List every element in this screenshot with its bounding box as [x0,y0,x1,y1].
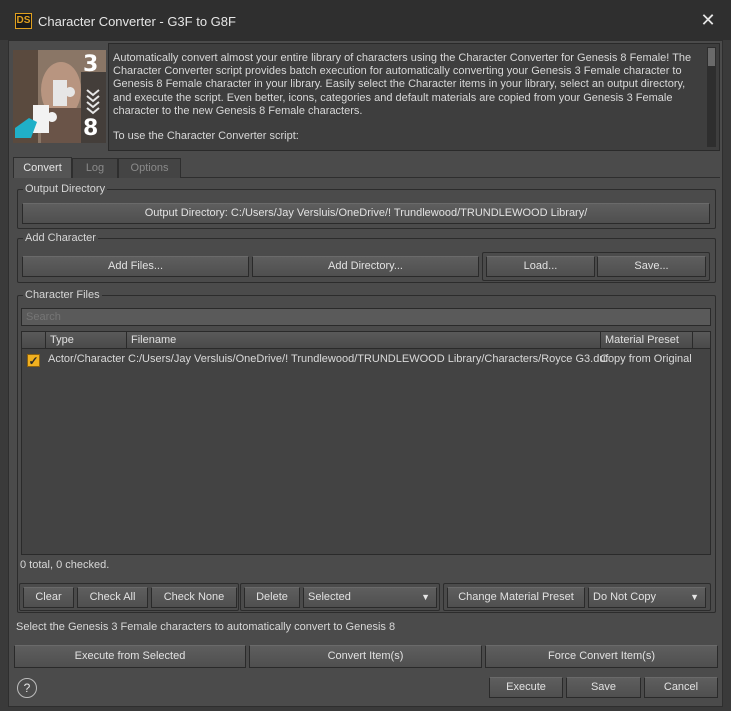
add-directory-button[interactable]: Add Directory... [252,256,479,277]
file-count-status: 0 total, 0 checked. [20,559,110,571]
material-preset-value: Do Not Copy [593,591,656,603]
column-header-material-preset[interactable]: Material Preset [601,332,693,349]
file-table[interactable]: Type Filename Material Preset ✓ Actor/Ch… [21,331,711,555]
hint-text: Select the Genesis 3 Female characters t… [16,621,396,633]
close-icon[interactable]: ✕ [700,11,716,29]
thumb-to-number: 8 [83,116,99,141]
character-thumbnail: 3 8 [13,50,106,143]
output-directory-title: Output Directory [23,183,108,195]
window-title: Character Converter - G3F to G8F [38,14,236,29]
tab-log[interactable]: Log [72,158,118,178]
save-button[interactable]: Save [566,677,641,698]
check-all-button[interactable]: Check All [77,587,148,608]
chevron-down-icon: ▼ [421,592,430,602]
force-convert-items-button[interactable]: Force Convert Item(s) [485,645,718,668]
execute-from-selected-button[interactable]: Execute from Selected [14,645,246,668]
column-header-filename[interactable]: Filename [127,332,601,349]
change-material-preset-button[interactable]: Change Material Preset [447,587,585,608]
row-checkbox[interactable]: ✓ [27,354,40,367]
column-header-check[interactable] [22,332,46,349]
material-preset-select[interactable]: Do Not Copy ▼ [588,587,706,608]
save-list-button[interactable]: Save... [597,256,706,277]
column-header-type[interactable]: Type [46,332,127,349]
title-bar[interactable]: DS Character Converter - G3F to G8F ✕ [0,0,731,40]
tab-divider [181,177,720,178]
thumb-from-number: 3 [83,52,99,77]
row-material-preset: Copy from Original [600,353,692,365]
description-text: Automatically convert almost your entire… [113,52,692,143]
row-type: Actor/Character [48,353,126,365]
check-none-button[interactable]: Check None [151,587,237,608]
app-logo: DS [15,13,32,29]
clear-button[interactable]: Clear [23,587,74,608]
help-icon[interactable]: ? [17,678,37,698]
load-button[interactable]: Load... [486,256,595,277]
description-box[interactable]: Automatically convert almost your entire… [108,43,720,151]
search-input[interactable] [21,308,711,326]
tab-options[interactable]: Options [118,158,181,178]
column-header-extra [693,332,710,349]
execute-button[interactable]: Execute [489,677,563,698]
chevron-down-icon: ▼ [690,592,699,602]
row-filename: C:/Users/Jay Versluis/OneDrive/! Trundle… [128,353,609,365]
character-files-title: Character Files [23,289,102,301]
output-directory-button[interactable]: Output Directory: C:/Users/Jay Versluis/… [22,203,710,224]
delete-mode-value: Selected [308,591,351,603]
delete-mode-select[interactable]: Selected ▼ [303,587,437,608]
cancel-button[interactable]: Cancel [644,677,718,698]
tab-convert[interactable]: Convert [13,157,72,178]
table-row[interactable]: ✓ Actor/Character C:/Users/Jay Versluis/… [22,350,710,370]
add-files-button[interactable]: Add Files... [22,256,249,277]
convert-items-button[interactable]: Convert Item(s) [249,645,482,668]
description-scrollbar[interactable] [707,47,716,147]
add-character-title: Add Character [23,232,98,244]
delete-button[interactable]: Delete [244,587,300,608]
